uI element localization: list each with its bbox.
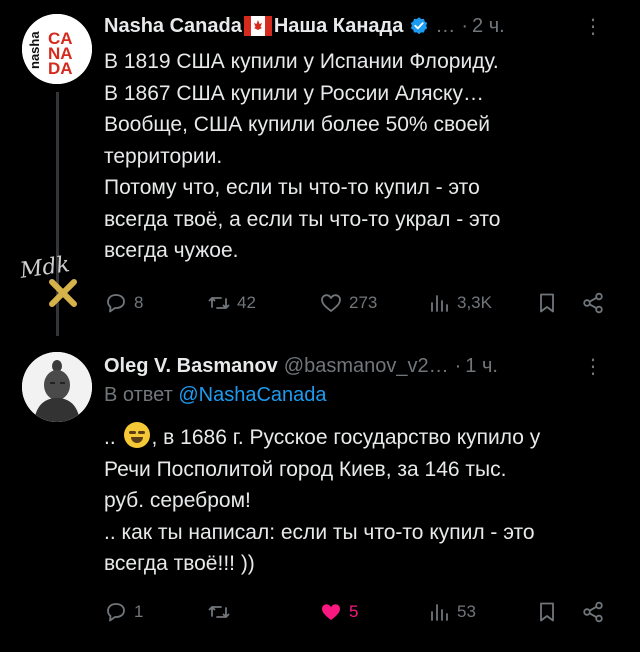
repost-button[interactable] [207, 600, 319, 624]
laughing-emoji-icon [123, 422, 150, 448]
repost-icon [208, 606, 230, 618]
tweet-2-text: .. , в 1686 г. Русское государство купил… [104, 422, 624, 580]
views-button[interactable]: 53 [427, 600, 535, 624]
more-options-icon[interactable]: ⋮ [583, 354, 604, 379]
text-line: Речи Посполитой город Киев, за 146 тыс. [104, 457, 507, 481]
share-icon [583, 601, 603, 623]
reply-prefix: В ответ [104, 384, 173, 406]
text-line: .. , в 1686 г. Русское государство купил… [104, 422, 624, 454]
text-line: .. как ты написал: если ты что-то купил … [104, 520, 535, 544]
author-handle[interactable]: @basmanov_v2… [284, 355, 449, 378]
heart-filled-icon [322, 604, 340, 620]
text-line: всегда твоё!!! )) [104, 552, 255, 575]
tweet-2-actions: 1 5 53 [104, 597, 614, 627]
like-button[interactable]: 5 [319, 600, 427, 624]
reply-to-link[interactable]: @NashaCanada [178, 384, 326, 406]
reply-icon [107, 603, 125, 622]
reply-context: В ответ @NashaCanada [104, 384, 327, 407]
timestamp[interactable]: 1 ч. [465, 355, 498, 378]
share-button[interactable] [581, 600, 605, 624]
view-count: 53 [457, 602, 476, 621]
tweet-2-header: Oleg V. Basmanov @basmanov_v2… · 1 ч. ⋮ [104, 350, 624, 382]
author-name[interactable]: Oleg V. Basmanov [104, 355, 278, 378]
like-count: 5 [349, 602, 359, 621]
text-prefix: .. [104, 426, 116, 449]
bookmark-icon [540, 602, 554, 622]
text-line-1: , в 1686 г. Русское государство купило у [151, 426, 541, 449]
time-separator: · [454, 354, 462, 377]
views-chart-icon [431, 604, 448, 621]
text-line: руб. серебром! [104, 489, 251, 512]
oleg-basmanov-avatar[interactable] [22, 352, 92, 422]
tweet-2[interactable]: Oleg V. Basmanov @basmanov_v2… · 1 ч. ⋮ … [0, 0, 640, 623]
bookmark-button[interactable] [535, 600, 581, 624]
reply-count: 1 [134, 602, 144, 621]
reply-button[interactable]: 1 [104, 600, 207, 624]
